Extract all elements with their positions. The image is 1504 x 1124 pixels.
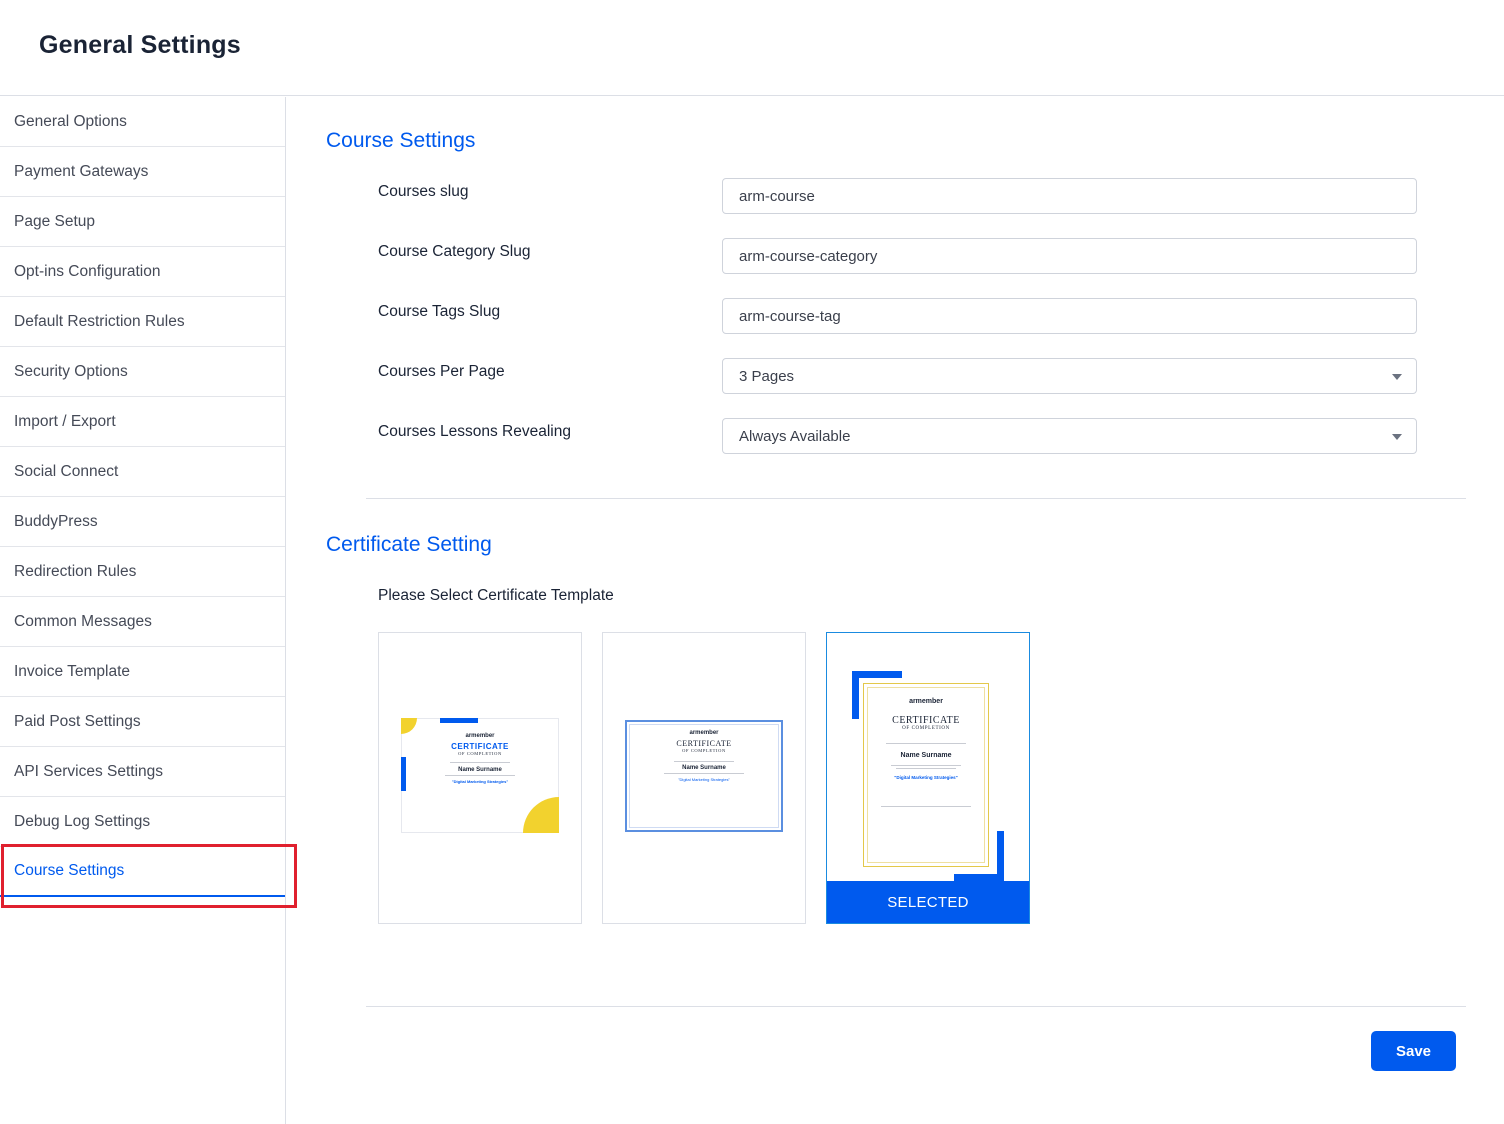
- sidebar-item-social-connect[interactable]: Social Connect: [0, 447, 285, 497]
- cert-recipient: Name Surname: [458, 767, 502, 773]
- sidebar-item-label: Common Messages: [14, 612, 152, 630]
- courses-per-page-select[interactable]: 3 Pages: [722, 358, 1417, 394]
- sidebar-item-label: Debug Log Settings: [14, 812, 151, 830]
- certificate-template-1[interactable]: armember CERTIFICATE OF COMPLETION Name …: [378, 632, 582, 924]
- chevron-down-icon: [1392, 434, 1402, 440]
- text-line: [664, 773, 744, 774]
- course-tags-slug-label: Course Tags Slug: [378, 303, 501, 320]
- cert-brand: armember: [909, 698, 943, 705]
- sidebar-item-label: Course Settings: [14, 862, 125, 879]
- selected-badge: SELECTED: [827, 881, 1029, 923]
- page-header: General Settings: [0, 0, 1504, 96]
- sidebar-item-label: Security Options: [14, 362, 128, 380]
- cert-brand: armember: [689, 730, 719, 736]
- cert-course: "Digital Marketing Strategies": [894, 775, 958, 780]
- sidebar-item-default-restriction-rules[interactable]: Default Restriction Rules: [0, 297, 285, 347]
- sidebar-item-label: Default Restriction Rules: [14, 312, 185, 330]
- sidebar-item-api-services-settings[interactable]: API Services Settings: [0, 747, 285, 797]
- certificate-template-prompt: Please Select Certificate Template: [378, 587, 614, 604]
- sidebar-item-label: Import / Export: [14, 412, 116, 430]
- sidebar-item-redirection-rules[interactable]: Redirection Rules: [0, 547, 285, 597]
- cert-subtitle: OF COMPLETION: [458, 751, 502, 756]
- certificate-preview: armember CERTIFICATE OF COMPLETION Name …: [863, 683, 989, 867]
- cert-subtitle: OF COMPLETION: [902, 726, 950, 731]
- sidebar-item-label: Redirection Rules: [14, 562, 137, 580]
- sidebar-item-label: Paid Post Settings: [14, 712, 141, 730]
- sidebar-item-label: Page Setup: [14, 212, 96, 230]
- lessons-revealing-value: Always Available: [739, 427, 851, 445]
- certificate-preview: armember CERTIFICATE OF COMPLETION Name …: [625, 720, 783, 832]
- certificate-template-2[interactable]: armember CERTIFICATE OF COMPLETION Name …: [602, 632, 806, 924]
- courses-slug-input[interactable]: [722, 178, 1417, 214]
- cert-title: CERTIFICATE: [676, 739, 732, 748]
- course-tags-slug-input[interactable]: [722, 298, 1417, 334]
- cert-subtitle: OF COMPLETION: [682, 748, 726, 753]
- cert-recipient: Name Surname: [682, 765, 726, 771]
- sidebar-item-paid-post-settings[interactable]: Paid Post Settings: [0, 697, 285, 747]
- cert-course: "Digital Marketing Strategies": [678, 777, 730, 782]
- text-line: [674, 761, 734, 762]
- corner-shape: [523, 797, 559, 833]
- lessons-revealing-select[interactable]: Always Available: [722, 418, 1417, 454]
- corner-shape: [401, 718, 417, 734]
- save-button[interactable]: Save: [1371, 1031, 1456, 1071]
- accent-bar: [440, 718, 478, 723]
- sidebar-item-buddypress[interactable]: BuddyPress: [0, 497, 285, 547]
- sidebar-item-import-export[interactable]: Import / Export: [0, 397, 285, 447]
- sidebar-item-label: Invoice Template: [14, 662, 131, 680]
- cert-title: CERTIFICATE: [451, 742, 509, 751]
- sidebar-item-label: API Services Settings: [14, 762, 164, 780]
- sidebar-item-course-settings[interactable]: Course Settings: [0, 844, 297, 908]
- certificate-preview: armember CERTIFICATE OF COMPLETION Name …: [401, 718, 559, 833]
- text-line: [886, 743, 966, 744]
- sidebar-item-label: Social Connect: [14, 462, 119, 480]
- lessons-revealing-label: Courses Lessons Revealing: [378, 423, 571, 440]
- courses-per-page-value: 3 Pages: [739, 367, 795, 385]
- text-line: [881, 806, 971, 807]
- chevron-down-icon: [1392, 374, 1402, 380]
- cert-course: "Digital Marketing Strategies": [451, 779, 509, 784]
- section-divider: [366, 498, 1466, 499]
- course-settings-title: Course Settings: [326, 129, 476, 152]
- text-line: [891, 765, 961, 766]
- cert-brand: armember: [465, 733, 495, 739]
- courses-slug-label: Courses slug: [378, 183, 469, 200]
- settings-content: Course Settings Courses slug Course Cate…: [287, 97, 1504, 1124]
- sidebar-item-invoice-template[interactable]: Invoice Template: [0, 647, 285, 697]
- course-category-slug-input[interactable]: [722, 238, 1417, 274]
- text-line: [896, 768, 956, 769]
- sidebar-item-label: General Options: [14, 112, 127, 130]
- sidebar-item-debug-log-settings[interactable]: Debug Log Settings: [0, 797, 285, 847]
- sidebar-item-page-setup[interactable]: Page Setup: [0, 197, 285, 247]
- sidebar-item-label: BuddyPress: [14, 512, 98, 530]
- sidebar-item-label: Payment Gateways: [14, 162, 149, 180]
- sidebar-item-security-options[interactable]: Security Options: [0, 347, 285, 397]
- course-category-slug-label: Course Category Slug: [378, 243, 531, 260]
- sidebar-item-general-options[interactable]: General Options: [0, 97, 285, 147]
- sidebar-item-payment-gateways[interactable]: Payment Gateways: [0, 147, 285, 197]
- text-line: [450, 762, 510, 763]
- courses-per-page-label: Courses Per Page: [378, 363, 505, 380]
- sidebar-item-label: Opt-ins Configuration: [14, 262, 161, 280]
- cert-recipient: Name Surname: [900, 752, 952, 759]
- certificate-template-3[interactable]: armember CERTIFICATE OF COMPLETION Name …: [826, 632, 1030, 924]
- section-divider: [366, 1006, 1466, 1007]
- certificate-setting-title: Certificate Setting: [326, 533, 492, 556]
- sidebar-item-opt-ins-configuration[interactable]: Opt-ins Configuration: [0, 247, 285, 297]
- sidebar-item-common-messages[interactable]: Common Messages: [0, 597, 285, 647]
- settings-sidebar: General Options Payment Gateways Page Se…: [0, 97, 297, 1124]
- cert-title: CERTIFICATE: [892, 715, 960, 726]
- page-title: General Settings: [39, 31, 241, 59]
- text-line: [445, 775, 515, 776]
